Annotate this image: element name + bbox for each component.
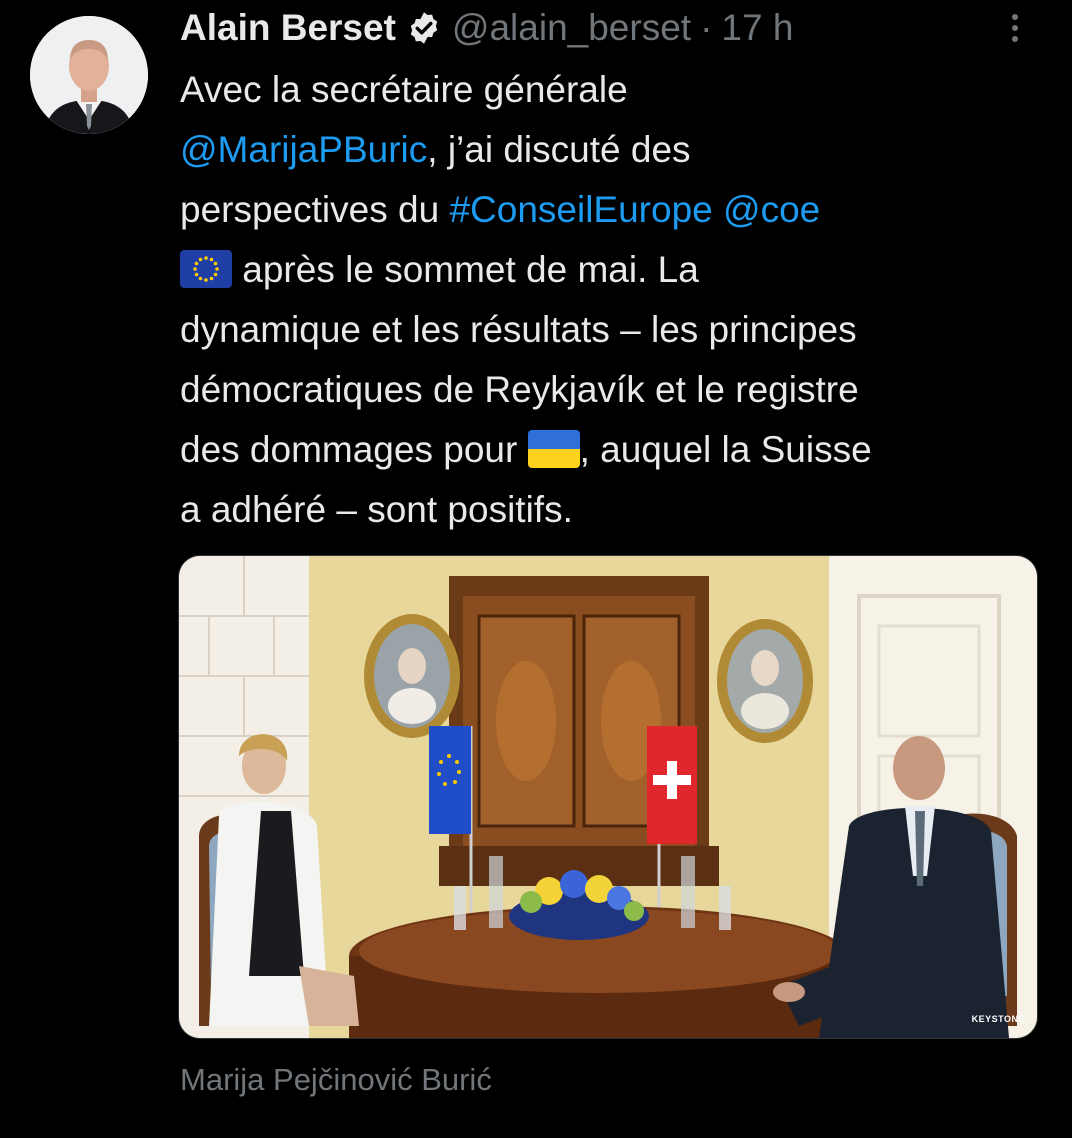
ukraine-flag-emoji-icon [527, 430, 580, 468]
tweet-header: Alain Berset @alain_berset · 17 h [180, 6, 793, 50]
text-segment: démocratiques de Reykjavík et le registr… [180, 369, 859, 410]
text-space [713, 189, 723, 230]
text-segment: , auquel la Suisse [579, 429, 872, 470]
text-line: démocratiques de Reykjavík et le registr… [180, 360, 1050, 420]
eu-flag-emoji-icon [180, 250, 232, 288]
text-line: des dommages pour , auquel la Suisse [180, 420, 1050, 480]
separator-dot: · [700, 7, 713, 48]
meeting-photo [179, 556, 1037, 1038]
text-segment: a adhéré – sont positifs. [180, 489, 573, 530]
text-segment: des dommages pour [180, 429, 528, 470]
tweet-text: Avec la secrétaire générale @MarijaPBuri… [180, 60, 1050, 540]
media-caption: Marija Pejčinović Burić [180, 1062, 492, 1097]
more-dot [1012, 25, 1018, 31]
text-segment: Avec la secrétaire générale [180, 69, 628, 110]
timestamp[interactable]: 17 h [721, 7, 793, 49]
text-segment: perspectives du [180, 189, 450, 230]
text-line: Avec la secrétaire générale [180, 60, 1050, 120]
photo-credit: KEYSTONE [971, 1014, 1025, 1024]
avatar[interactable] [30, 16, 148, 134]
mention-link-coe[interactable]: @coe [723, 189, 820, 230]
more-options-icon[interactable] [1000, 6, 1030, 50]
hashtag-link[interactable]: #ConseilEurope [449, 189, 712, 230]
author-handle[interactable]: @alain_berset [452, 7, 691, 49]
more-dot [1012, 14, 1018, 20]
tweet-photo[interactable]: KEYSTONE [178, 555, 1038, 1039]
text-line: perspectives du #ConseilEurope @coe [180, 180, 1050, 240]
more-dot [1012, 36, 1018, 42]
text-segment: dynamique et les résultats – les princip… [180, 309, 857, 350]
text-line: @MarijaPBuric, j’ai discuté des [180, 120, 1050, 180]
avatar-photo [30, 16, 148, 134]
text-line: a adhéré – sont positifs. [180, 480, 1050, 540]
text-line: après le sommet de mai. La [180, 240, 1050, 300]
text-segment: , j’ai discuté des [427, 129, 691, 170]
mention-link[interactable]: @MarijaPBuric [180, 129, 427, 170]
text-segment: après le sommet de mai. La [232, 249, 699, 290]
tweet[interactable]: Alain Berset @alain_berset · 17 h Avec l… [0, 0, 1072, 1138]
author-name[interactable]: Alain Berset [180, 7, 396, 49]
verified-badge-icon [410, 12, 438, 44]
text-line: dynamique et les résultats – les princip… [180, 300, 1050, 360]
